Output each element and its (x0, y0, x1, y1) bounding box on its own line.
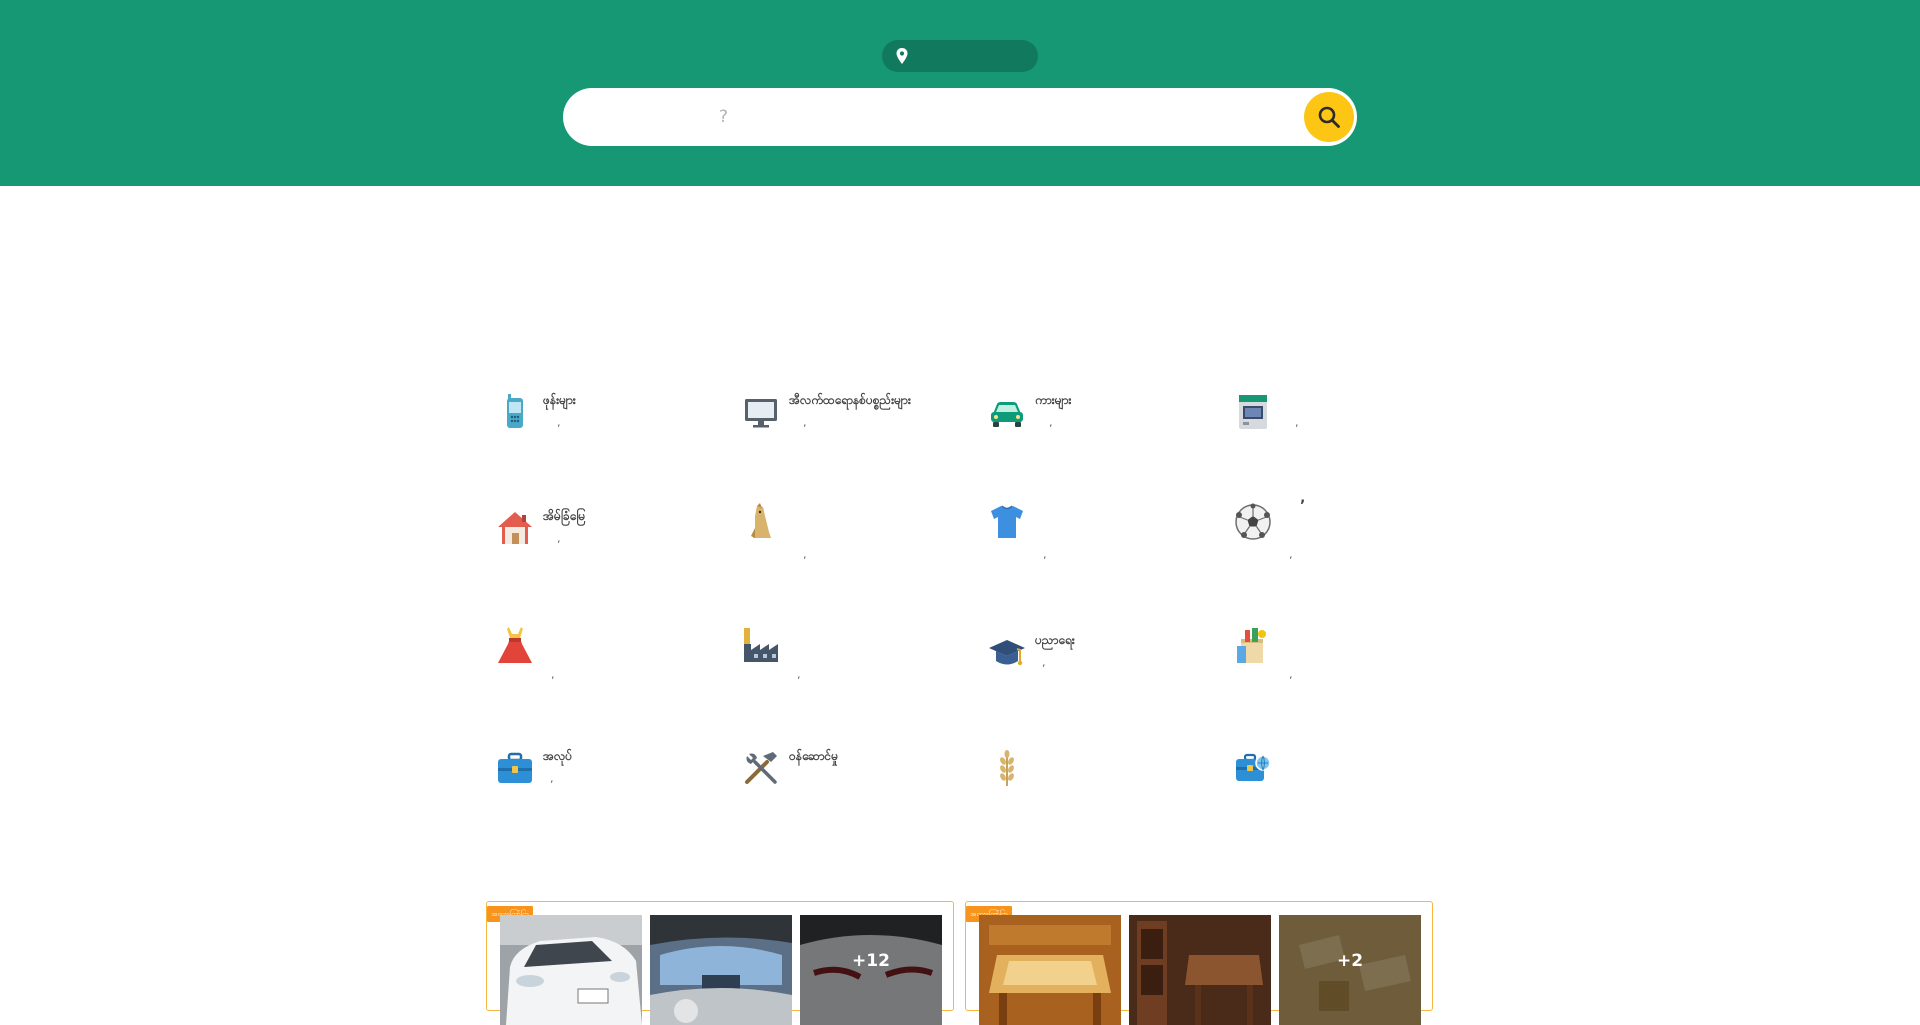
listing-photo: +2 (1279, 915, 1421, 1025)
overseas-job-icon (1233, 748, 1273, 788)
category-real-estate[interactable]: အိမ်ခြံမြေ , (495, 508, 715, 598)
category-count: , (1042, 656, 1046, 669)
category-education[interactable]: ပညာရေး , (987, 632, 1207, 722)
category-pets[interactable]: , (741, 502, 961, 592)
car-icon (987, 392, 1027, 432)
appliance-icon (1233, 392, 1273, 432)
category-count: , (1043, 548, 1047, 561)
search-button[interactable] (1304, 92, 1354, 142)
category-sports[interactable]: ’ , (1233, 498, 1453, 592)
more-photos-count: +12 (852, 951, 890, 971)
category-title: ’ (1300, 498, 1306, 514)
category-cars[interactable]: ကားများ , (987, 392, 1207, 482)
featured-listing[interactable]: အထူးကြော်ငြာ +2 (965, 901, 1433, 1025)
category-services[interactable]: ဝန်ဆောင်မှု (741, 748, 961, 838)
soccer-ball-icon (1233, 502, 1273, 542)
category-title: အီလက်ထရောနစ်ပစ္စည်းများ (789, 393, 911, 407)
header (0, 0, 1920, 186)
category-count: , (550, 772, 554, 785)
category-count: , (557, 416, 561, 429)
category-title: ပညာရေး (1035, 633, 1075, 647)
category-jobs[interactable]: အလုပ် , (495, 748, 715, 838)
category-electronics[interactable]: အီလက်ထရောနစ်ပစ္စည်းများ , (741, 392, 961, 482)
category-title: အိမ်ခြံမြေ (543, 509, 586, 523)
listing-photo (1129, 915, 1271, 1025)
location-selector[interactable] (882, 40, 1038, 72)
factory-icon (741, 626, 781, 666)
category-phones[interactable]: ဖုန်းများ , (495, 392, 715, 482)
category-fashion[interactable]: , (495, 626, 715, 716)
category-title: ဖုန်းများ (543, 393, 576, 407)
dress-icon (495, 626, 535, 666)
category-count: , (803, 416, 807, 429)
more-photos-count: +2 (1336, 951, 1364, 971)
location-pin-icon (896, 48, 908, 64)
category-count: , (551, 668, 555, 681)
listing-photo (979, 915, 1121, 1025)
category-industry[interactable]: , (741, 626, 961, 716)
house-icon (495, 508, 535, 548)
category-count: , (557, 532, 561, 545)
listing-photo (500, 915, 642, 1025)
briefcase-icon (495, 748, 535, 788)
category-title: ကားများ (1035, 393, 1072, 407)
listing-photo: +12 (800, 915, 942, 1025)
category-count: , (1295, 416, 1299, 429)
grocery-bag-icon (1233, 626, 1273, 666)
mobile-phone-icon (495, 392, 535, 432)
category-appliances[interactable]: , (1233, 392, 1453, 482)
tools-icon (741, 748, 781, 788)
category-count: , (797, 668, 801, 681)
search-icon (1318, 106, 1340, 128)
category-title: ဝန်ဆောင်မှု (789, 749, 839, 763)
category-clothing[interactable]: , (987, 502, 1207, 592)
graduation-cap-icon (987, 632, 1027, 672)
category-count: , (1289, 668, 1293, 681)
search-input[interactable] (563, 88, 1293, 146)
featured-listing[interactable]: အထူးကြော်ငြာ +12 (486, 901, 954, 1025)
category-title: အလုပ် (543, 749, 573, 763)
category-count: , (803, 548, 807, 561)
category-count: , (1049, 416, 1053, 429)
category-count: , (1289, 548, 1293, 561)
category-overseas-jobs[interactable] (1233, 748, 1453, 838)
category-agriculture[interactable] (987, 748, 1207, 838)
category-food-grocery[interactable]: , (1233, 626, 1453, 716)
pet-icon (741, 502, 781, 542)
computer-monitor-icon (741, 392, 781, 432)
search-bar (563, 88, 1357, 146)
tshirt-icon (987, 502, 1027, 542)
wheat-icon (987, 748, 1027, 788)
listing-photo (650, 915, 792, 1025)
